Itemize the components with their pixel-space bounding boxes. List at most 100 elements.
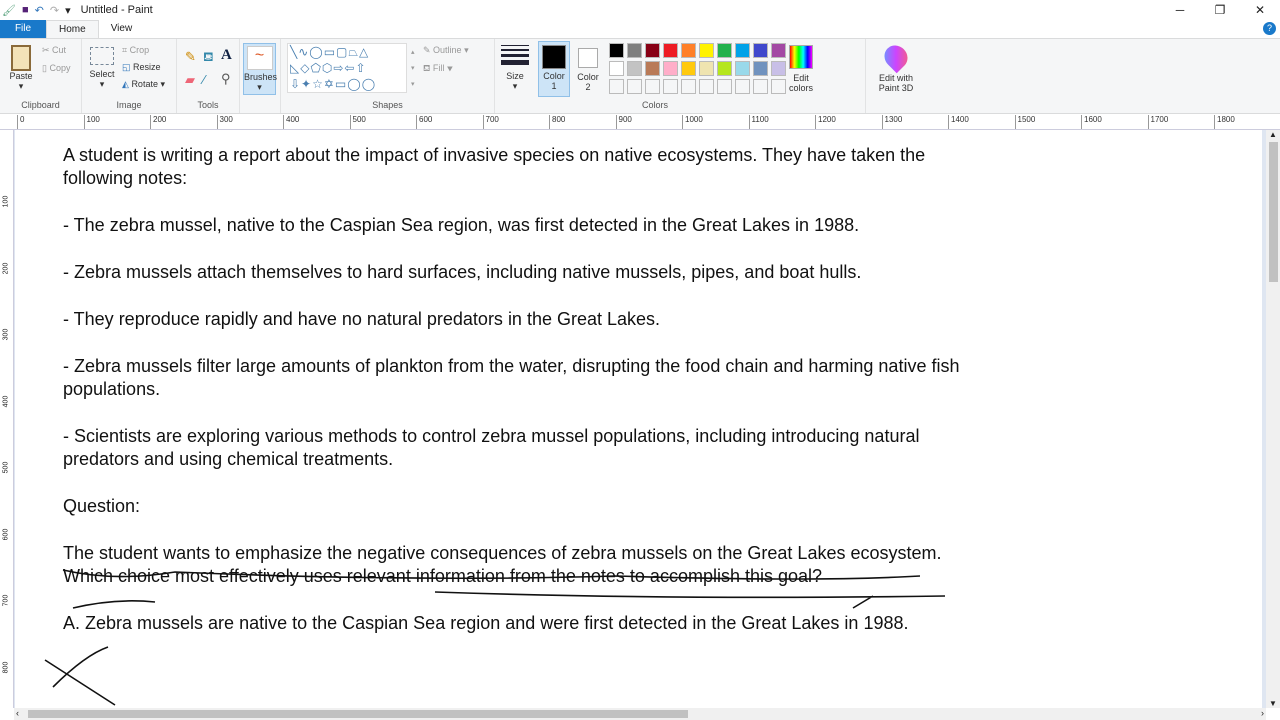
ruler-tick-label: 1100: [748, 115, 769, 129]
palette-swatch[interactable]: [735, 43, 750, 58]
text-paragraph: - Scientists are exploring various metho…: [63, 425, 925, 470]
palette-swatch[interactable]: [627, 43, 642, 58]
color-picker-icon[interactable]: ⁄: [203, 72, 205, 87]
palette-swatch[interactable]: [717, 43, 732, 58]
pencil-icon[interactable]: ✎: [185, 49, 196, 65]
ruler-tick-label: 300: [216, 115, 233, 129]
save-icon[interactable]: ■: [22, 4, 29, 16]
outline-button[interactable]: ✎ Outline ▾: [423, 45, 469, 56]
palette-swatch[interactable]: [609, 61, 624, 76]
tab-home[interactable]: Home: [46, 20, 99, 38]
text-paragraph: - They reproduce rapidly and have no nat…: [63, 308, 661, 329]
palette-swatch[interactable]: [753, 61, 768, 76]
palette-swatch[interactable]: [645, 61, 660, 76]
help-icon[interactable]: ?: [1263, 22, 1276, 35]
palette-swatch[interactable]: [663, 61, 678, 76]
select-button[interactable]: Select ▾: [88, 47, 116, 90]
resize-button[interactable]: ◱ Resize: [122, 62, 161, 73]
cut-button[interactable]: ✂ Cut: [42, 45, 66, 56]
ruler-tick-label: 1400: [948, 115, 969, 129]
minimize-button[interactable]: ─: [1160, 0, 1200, 20]
close-button[interactable]: ✕: [1240, 0, 1280, 20]
palette-swatch[interactable]: [753, 79, 768, 94]
palette-swatch[interactable]: [717, 79, 732, 94]
ruler-tick-label: 200: [2, 262, 10, 274]
tools-label: Tools: [197, 100, 219, 110]
shapes-group: ╲∿◯▭▢⏢△ ◺◇⬠⬡⇨⇦⇧ ⇩✦☆✡▭◯◯ ▴ ▾ ▾ ✎ Outline ▾ ⛾ …: [280, 39, 495, 113]
shapes-scroll[interactable]: ▴ ▾ ▾: [411, 45, 415, 93]
ruler-tick-label: 400: [2, 395, 10, 407]
rotate-button[interactable]: ◭ Rotate ▾: [122, 79, 165, 90]
palette-swatch[interactable]: [699, 43, 714, 58]
paint3d-group: Edit with Paint 3D: [865, 39, 925, 113]
vertical-scrollbar[interactable]: ▲ ▼: [1266, 130, 1280, 708]
undo-icon[interactable]: ↶: [35, 4, 44, 17]
palette-swatch[interactable]: [663, 79, 678, 94]
tab-file[interactable]: File: [0, 20, 46, 38]
palette-swatch[interactable]: [771, 43, 786, 58]
tools-group: ✎ ⛾ A ▰ ⁄ ⚲ Tools: [177, 39, 240, 113]
select-icon: [90, 47, 114, 65]
brush-icon: ~: [246, 46, 273, 70]
palette-swatch[interactable]: [681, 43, 696, 58]
palette-swatch[interactable]: [717, 61, 732, 76]
horizontal-scrollbar[interactable]: ‹ ›: [14, 708, 1266, 720]
fill-bucket-icon[interactable]: ⛾: [203, 49, 214, 67]
color2-swatch: [578, 48, 598, 68]
palette-swatch[interactable]: [699, 61, 714, 76]
colors-label: Colors: [641, 100, 668, 110]
ruler-tick-label: 800: [549, 115, 565, 129]
drawing-canvas[interactable]: A student is writing a report about the …: [15, 130, 1262, 708]
ruler-tick-label: 0: [17, 115, 24, 129]
palette-swatch[interactable]: [681, 79, 696, 94]
ruler-tick-label: 700: [482, 115, 499, 129]
ruler-tick-label: 800: [2, 661, 10, 673]
line-size-icon: [501, 45, 529, 65]
palette-swatch[interactable]: [771, 79, 786, 94]
magnifier-icon[interactable]: ⚲: [221, 71, 231, 87]
crop-button[interactable]: ⌗ Crop: [122, 45, 149, 56]
ruler-tick-label: 600: [2, 528, 10, 540]
clipboard-label: Clipboard: [21, 100, 60, 110]
color2-button[interactable]: Color 2: [572, 41, 604, 92]
palette-swatch[interactable]: [681, 61, 696, 76]
restore-button[interactable]: ❐: [1200, 0, 1240, 20]
copy-button[interactable]: ▯ Copy: [42, 63, 70, 74]
palette-swatch[interactable]: [735, 61, 750, 76]
tab-view[interactable]: View: [99, 20, 145, 38]
ruler-tick-label: 1200: [815, 115, 836, 129]
palette-swatch[interactable]: [753, 43, 768, 58]
title-bar: 🖌 ■ ↶ ↷ ▾ Untitled - Paint ─ ❐ ✕: [0, 0, 1280, 20]
ruler-tick-label: 1600: [1081, 115, 1102, 129]
edit-colors-button[interactable]: Edit colors: [785, 45, 817, 93]
eraser-icon[interactable]: ▰: [185, 72, 195, 88]
redo-icon[interactable]: ↷: [50, 4, 59, 17]
palette-swatch[interactable]: [609, 43, 624, 58]
palette-swatch[interactable]: [699, 79, 714, 94]
palette-swatch[interactable]: [627, 79, 642, 94]
ruler-tick-label: 100: [83, 115, 100, 129]
palette-swatch[interactable]: [609, 79, 624, 94]
palette-swatch[interactable]: [645, 43, 660, 58]
palette-swatch[interactable]: [645, 79, 660, 94]
fill-button[interactable]: ⛾ Fill ▾: [423, 63, 453, 75]
palette-swatch[interactable]: [771, 61, 786, 76]
palette-swatch[interactable]: [735, 79, 750, 94]
clipboard-group: Paste ▾ ✂ Cut ▯ Copy Clipboard: [0, 39, 82, 113]
vertical-scroll-thumb[interactable]: [1269, 142, 1278, 282]
color1-button[interactable]: Color 1: [538, 41, 570, 97]
edit-with-paint3d-button[interactable]: Edit with Paint 3D: [872, 40, 920, 93]
brushes-button[interactable]: ~ Brushes ▾: [243, 43, 277, 95]
clipboard-icon: [11, 45, 31, 71]
shapes-gallery[interactable]: ╲∿◯▭▢⏢△ ◺◇⬠⬡⇨⇦⇧ ⇩✦☆✡▭◯◯: [287, 43, 407, 93]
text-tool-icon[interactable]: A: [221, 47, 232, 64]
size-group: Size ▾: [495, 39, 535, 113]
rainbow-icon: [789, 45, 813, 69]
paste-button[interactable]: Paste ▾: [6, 45, 36, 92]
horizontal-scroll-thumb[interactable]: [28, 710, 688, 718]
customize-quick-access-icon[interactable]: ▾: [65, 4, 71, 17]
palette-swatch[interactable]: [663, 43, 678, 58]
palette-swatch[interactable]: [627, 61, 642, 76]
color1-swatch: [542, 45, 566, 69]
size-button[interactable]: Size ▾: [501, 45, 529, 92]
